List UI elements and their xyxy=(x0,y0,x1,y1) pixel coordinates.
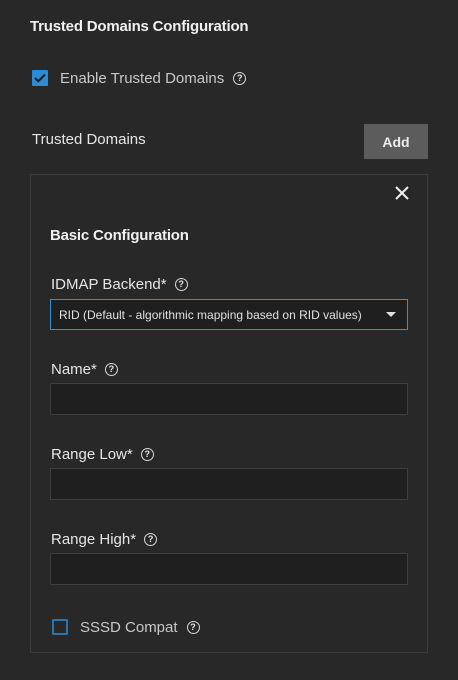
help-icon[interactable]: ? xyxy=(174,278,188,291)
range-low-label: Range Low * ? xyxy=(51,446,154,463)
enable-trusted-domains-checkbox[interactable] xyxy=(32,70,48,86)
caret-down-icon xyxy=(386,312,396,317)
close-button[interactable] xyxy=(393,184,411,202)
range-high-input[interactable] xyxy=(50,553,408,585)
name-input[interactable] xyxy=(50,383,408,415)
range-high-label-text: Range High xyxy=(51,531,131,548)
help-icon[interactable]: ? xyxy=(233,71,247,85)
section-title: Trusted Domains Configuration xyxy=(30,18,249,35)
required-marker: * xyxy=(130,531,137,548)
required-marker: * xyxy=(91,361,97,378)
sssd-compat-row: SSSD Compat ? xyxy=(52,617,200,637)
help-icon[interactable]: ? xyxy=(186,620,200,634)
required-marker: * xyxy=(126,446,133,463)
name-label-text: Name xyxy=(51,361,92,378)
trusted-domains-panel: Trusted Domains Configuration Enable Tru… xyxy=(0,0,458,680)
enable-trusted-domains-label: Enable Trusted Domains xyxy=(60,69,225,87)
range-low-label-text: Range Low xyxy=(51,446,127,463)
idmap-backend-label: IDMAP Backend * ? xyxy=(51,276,188,293)
idmap-backend-value: RID (Default - algorithmic mapping based… xyxy=(59,307,362,322)
help-icon[interactable]: ? xyxy=(140,448,154,461)
checkmark-icon xyxy=(34,73,46,83)
help-icon[interactable]: ? xyxy=(104,363,118,376)
idmap-backend-select[interactable]: RID (Default - algorithmic mapping based… xyxy=(50,299,408,330)
sssd-compat-checkbox[interactable] xyxy=(52,619,68,635)
add-button[interactable]: Add xyxy=(364,124,428,159)
range-low-input[interactable] xyxy=(50,468,408,500)
required-marker: * xyxy=(160,276,167,293)
name-label: Name * ? xyxy=(51,361,118,378)
idmap-backend-label-text: IDMAP Backend xyxy=(51,276,161,293)
trusted-domains-label: Trusted Domains xyxy=(32,131,146,148)
enable-trusted-domains-row: Enable Trusted Domains ? xyxy=(32,68,247,88)
sssd-compat-label: SSSD Compat xyxy=(80,618,178,636)
range-high-label: Range High * ? xyxy=(51,531,158,548)
trusted-domain-card: Basic Configuration IDMAP Backend * ? RID… xyxy=(30,174,428,653)
card-title: Basic Configuration xyxy=(50,227,189,244)
close-icon xyxy=(395,186,409,200)
help-icon[interactable]: ? xyxy=(144,533,158,546)
